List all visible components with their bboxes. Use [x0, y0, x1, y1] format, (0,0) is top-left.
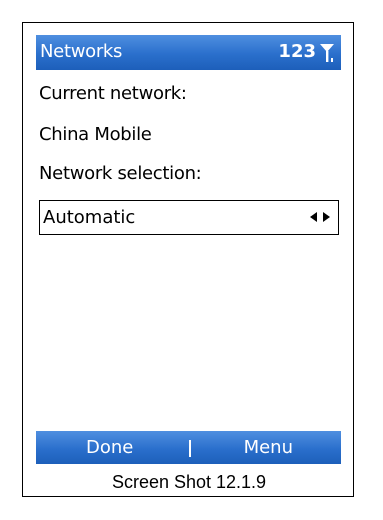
- network-selection-label: Network selection:: [39, 163, 202, 184]
- done-softkey[interactable]: Done: [86, 437, 133, 458]
- softkey-bar: Done Menu: [36, 431, 341, 464]
- input-mode-indicator: 123: [278, 40, 316, 62]
- arrow-left-icon[interactable]: [310, 212, 317, 222]
- title-bar: Networks 123: [36, 35, 341, 70]
- signal-strength-icon: [320, 44, 334, 62]
- current-network-label: Current network:: [39, 83, 187, 104]
- phone-screen-frame: Networks 123 Current network: China Mobi…: [22, 22, 354, 497]
- softkey-divider: [189, 440, 191, 457]
- status-area: 123: [278, 40, 335, 62]
- figure-caption: Screen Shot 12.1.9: [111, 472, 267, 492]
- network-selection-picker[interactable]: Automatic: [39, 200, 339, 235]
- arrow-right-icon[interactable]: [323, 212, 330, 222]
- menu-softkey[interactable]: Menu: [244, 437, 293, 458]
- picker-arrows: [310, 212, 330, 222]
- network-selection-value: Automatic: [43, 207, 136, 228]
- current-network-value: China Mobile: [39, 124, 152, 145]
- page-title: Networks: [40, 41, 123, 62]
